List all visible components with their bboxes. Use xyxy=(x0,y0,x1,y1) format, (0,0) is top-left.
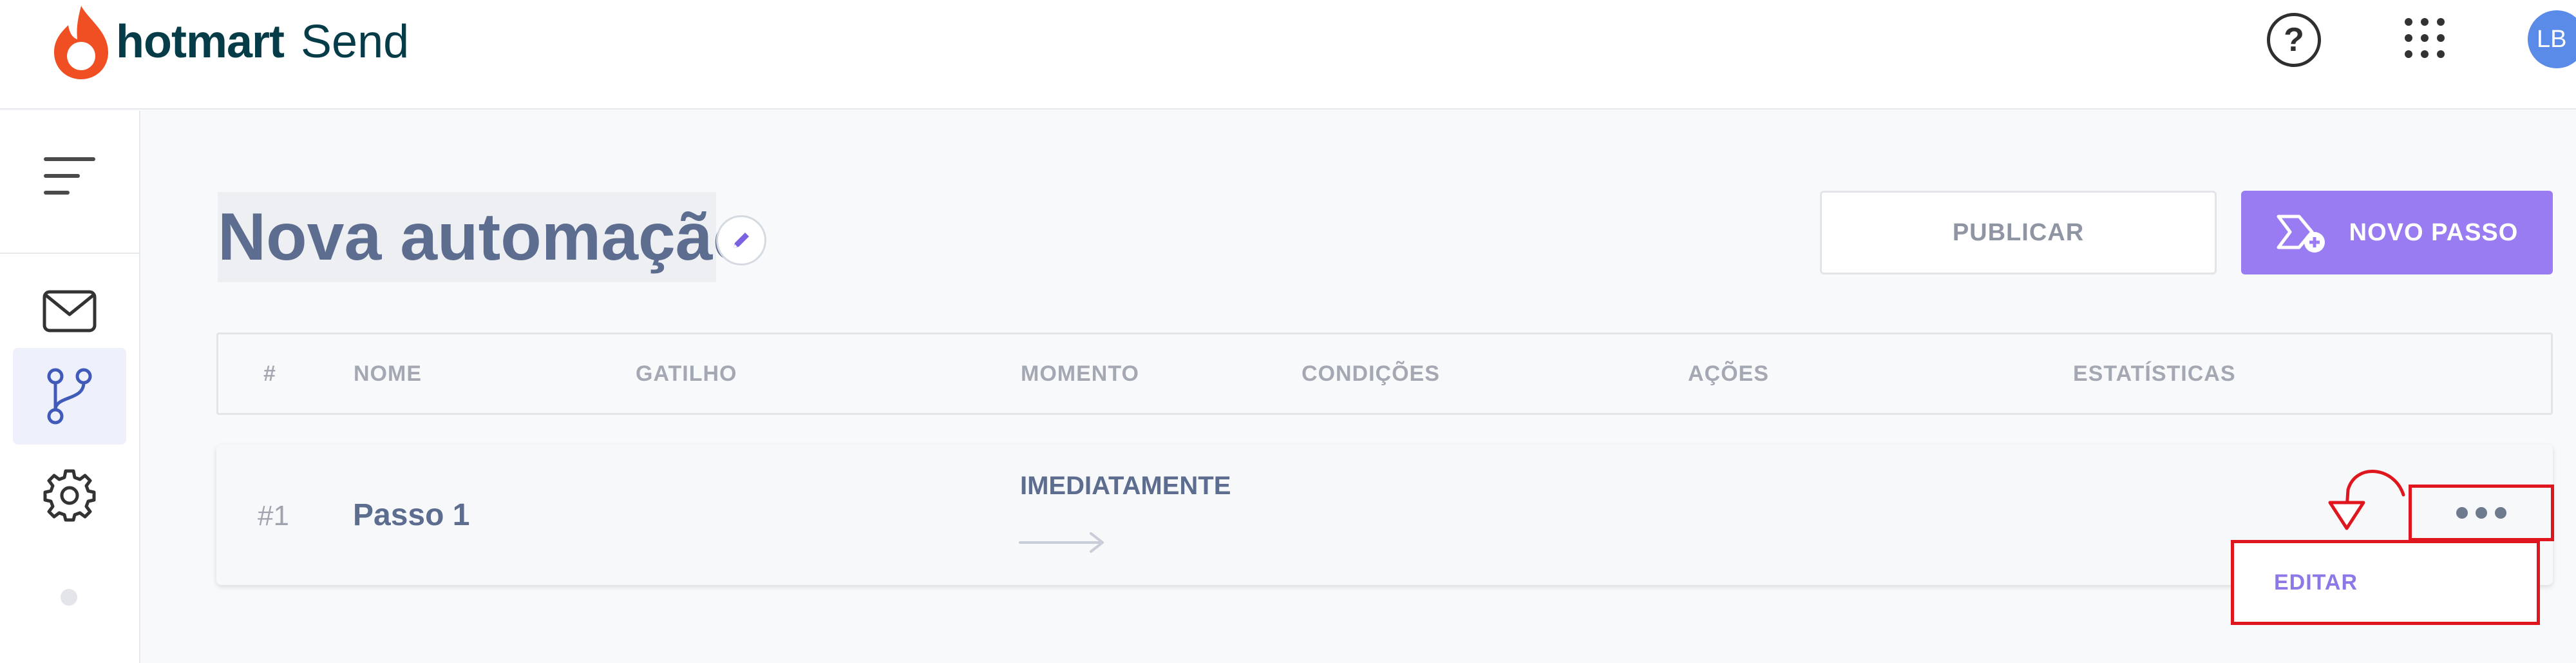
step-moment: IMEDIATAMENTE xyxy=(1020,472,1231,500)
col-header-moment: MOMENTO xyxy=(1021,361,1139,386)
question-icon: ? xyxy=(2284,21,2304,59)
menu-toggle-icon[interactable] xyxy=(44,157,95,196)
row-actions-dropdown: EDITAR xyxy=(2231,540,2540,625)
sidebar-item-settings[interactable] xyxy=(13,447,126,544)
brand-name: hotmart xyxy=(116,16,285,68)
arrow-right-icon xyxy=(1019,532,1104,553)
flame-icon xyxy=(54,6,108,79)
sidebar-item-automations[interactable] xyxy=(13,348,126,445)
publish-button[interactable]: PUBLICAR xyxy=(1820,191,2217,274)
col-header-trigger: GATILHO xyxy=(636,361,737,386)
more-dots-icon xyxy=(2456,507,2468,519)
new-step-icon xyxy=(2277,215,2325,253)
sidebar-indicator-dot xyxy=(61,589,77,606)
table-row[interactable]: #1 Passo 1 IMEDIATAMENTE xyxy=(216,445,2553,585)
sidebar-item-emails[interactable] xyxy=(13,263,126,360)
col-header-conditions: CONDIÇÕES xyxy=(1302,361,1440,386)
automation-branch-icon xyxy=(47,368,92,425)
gear-icon xyxy=(43,469,96,522)
help-button[interactable]: ? xyxy=(2267,13,2321,67)
pencil-icon xyxy=(734,233,749,248)
edit-title-button[interactable] xyxy=(716,215,766,265)
top-header: hotmart Send ? LB xyxy=(0,0,2576,110)
product-name: Send xyxy=(301,16,410,68)
new-step-label: NOVO PASSO xyxy=(2349,218,2519,246)
col-header-actions: AÇÕES xyxy=(1688,361,1769,386)
mail-icon xyxy=(43,290,97,332)
step-number: #1 xyxy=(258,500,289,532)
steps-table-header: # NOME GATILHO MOMENTO CONDIÇÕES AÇÕES E… xyxy=(216,332,2553,415)
edit-menu-item[interactable]: EDITAR xyxy=(2274,570,2358,595)
sidebar xyxy=(0,111,140,663)
hotmart-send-logo[interactable]: hotmart Send xyxy=(52,0,409,84)
col-header-name: NOME xyxy=(354,361,422,386)
apps-grid-icon[interactable] xyxy=(2402,15,2447,61)
row-more-options-button[interactable] xyxy=(2409,485,2554,541)
col-header-statistics: ESTATÍSTICAS xyxy=(2073,361,2236,386)
page-title: Nova automação xyxy=(218,199,754,274)
sidebar-divider xyxy=(0,253,139,254)
automation-title-area[interactable]: Nova automação xyxy=(218,192,753,282)
step-name: Passo 1 xyxy=(353,498,470,532)
curved-arrow-icon xyxy=(2328,470,2405,530)
new-step-button[interactable]: NOVO PASSO xyxy=(2241,191,2553,274)
col-header-number: # xyxy=(263,361,276,386)
avatar-initials: LB xyxy=(2537,25,2567,53)
user-avatar[interactable]: LB xyxy=(2528,10,2576,68)
